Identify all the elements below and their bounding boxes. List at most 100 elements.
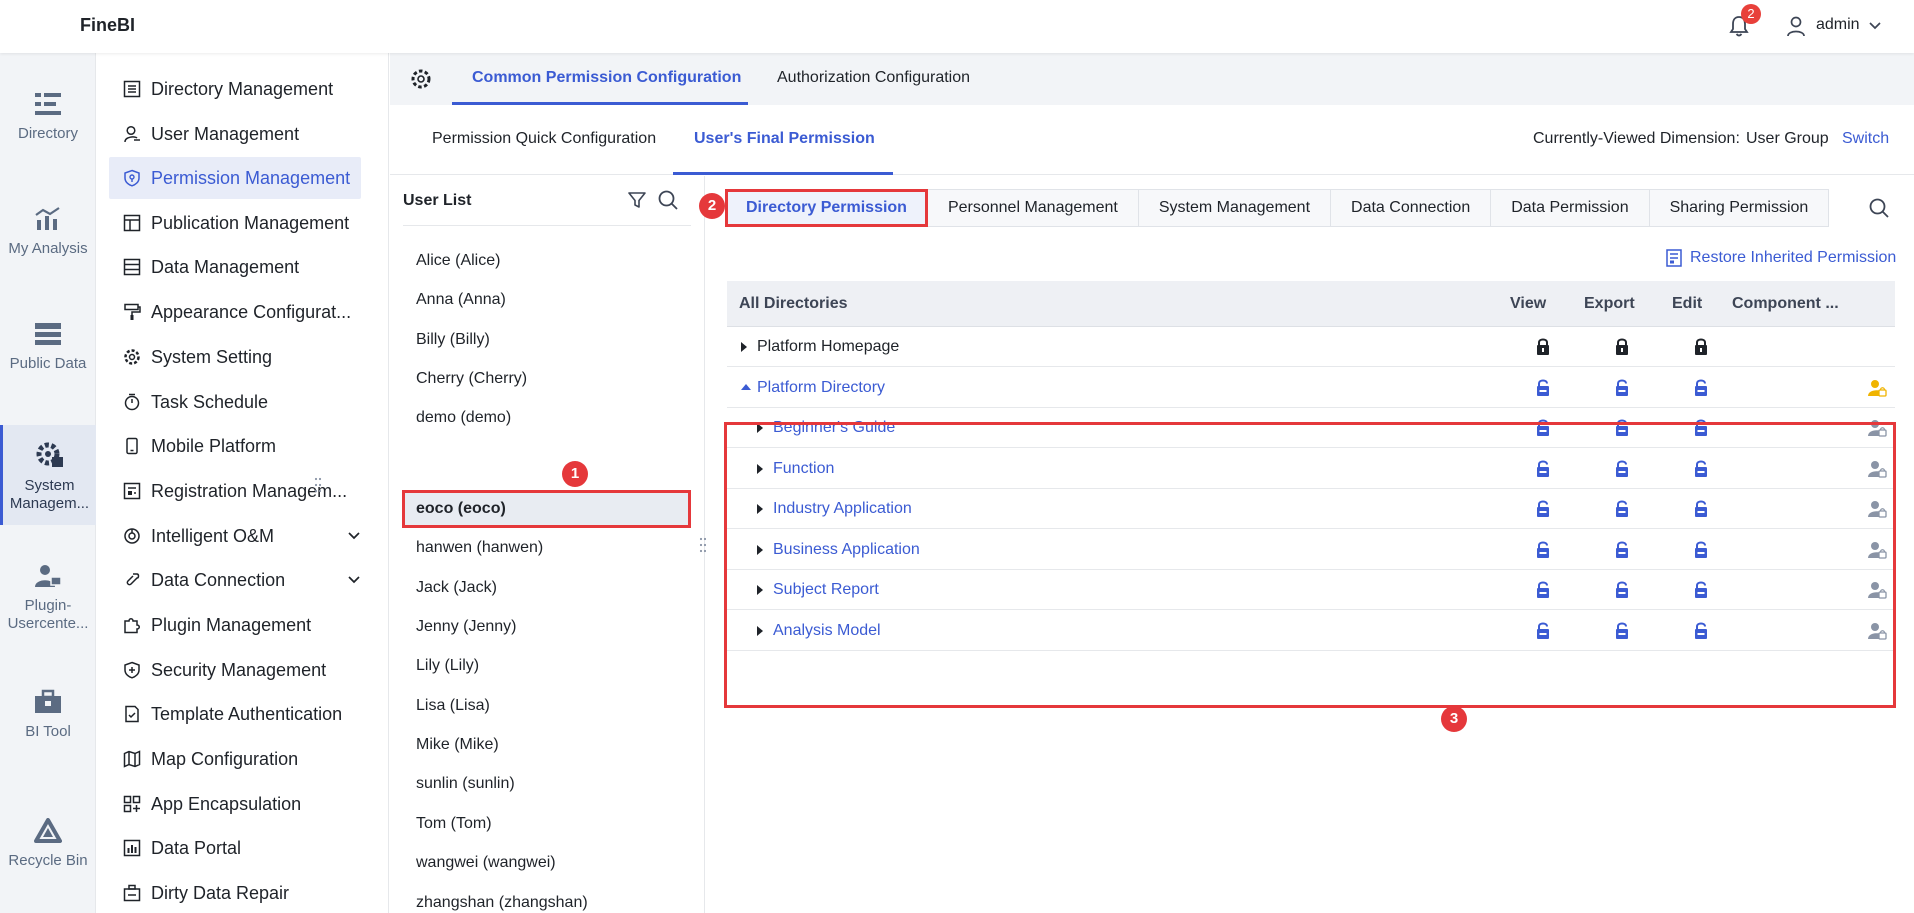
user-row[interactable]: Jenny (Jenny) <box>416 618 517 636</box>
expand-arrow-icon[interactable] <box>757 585 763 595</box>
ptab-system-management[interactable]: System Management <box>1138 189 1332 227</box>
unlock-icon-edit[interactable] <box>1693 378 1709 397</box>
ptab-personnel-management[interactable]: Personnel Management <box>927 189 1139 227</box>
nav-item-intelligent-om[interactable]: Intelligent O&M <box>109 515 369 557</box>
unlock-icon-edit[interactable] <box>1693 580 1709 599</box>
unlock-icon-export[interactable] <box>1614 499 1630 518</box>
expand-arrow-icon[interactable] <box>757 423 763 433</box>
switch-dimension-link[interactable]: Switch <box>1842 130 1889 148</box>
user-row[interactable]: Lily (Lily) <box>416 657 479 675</box>
chevron-down-icon[interactable] <box>347 573 361 587</box>
user-row[interactable]: Lisa (Lisa) <box>416 697 490 715</box>
unlock-icon-edit[interactable] <box>1693 418 1709 437</box>
unlock-icon-view[interactable] <box>1535 418 1551 437</box>
tab-common-permission-configuration[interactable]: Common Permission Configuration <box>472 69 741 87</box>
user-permission-icon[interactable] <box>1867 621 1887 641</box>
chevron-down-icon[interactable] <box>347 529 361 543</box>
directory-row[interactable]: Industry Application <box>727 489 1895 529</box>
directory-row[interactable]: Beginner's Guide <box>727 408 1895 448</box>
rail-item-public-data[interactable]: Public Data <box>0 321 96 373</box>
expand-arrow-icon[interactable] <box>757 625 763 636</box>
search-icon[interactable] <box>1868 197 1890 219</box>
user-row[interactable]: hanwen (hanwen) <box>416 539 543 557</box>
user-row[interactable]: sunlin (sunlin) <box>416 775 515 793</box>
rail-item-bi-tool[interactable]: BI Tool <box>0 689 96 741</box>
directory-name[interactable]: Function <box>773 460 834 478</box>
user-permission-icon[interactable] <box>1867 459 1887 479</box>
directory-name[interactable]: Beginner's Guide <box>773 419 895 437</box>
subtab-permission-quick-configuration[interactable]: Permission Quick Configuration <box>432 130 656 148</box>
collapse-arrow-icon[interactable] <box>741 383 751 390</box>
nav-item-data-connection[interactable]: Data Connection <box>109 559 369 601</box>
directory-name[interactable]: Business Application <box>773 541 920 559</box>
expand-arrow-icon[interactable] <box>757 504 763 514</box>
search-icon[interactable] <box>657 189 679 211</box>
user-permission-icon[interactable] <box>1867 499 1887 519</box>
tab-authorization-configuration[interactable]: Authorization Configuration <box>777 69 970 87</box>
lock-icon-edit[interactable] <box>1693 337 1709 356</box>
directory-row[interactable]: Platform Homepage <box>727 327 1895 367</box>
unlock-icon-view[interactable] <box>1535 580 1551 599</box>
gear-icon[interactable] <box>410 68 432 90</box>
unlock-icon-view[interactable] <box>1535 621 1551 640</box>
lock-icon-view[interactable] <box>1535 337 1551 356</box>
directory-name[interactable]: Industry Application <box>773 500 912 518</box>
rail-item-recycle-bin[interactable]: Recycle Bin <box>0 818 96 870</box>
unlock-icon-export[interactable] <box>1614 378 1630 397</box>
lock-icon-export[interactable] <box>1614 337 1630 356</box>
rail-item-system-management[interactable]: System Managem... <box>0 425 96 525</box>
username-label[interactable]: admin <box>1816 16 1860 34</box>
directory-row[interactable]: Analysis Model <box>727 611 1895 651</box>
rail-item-directory[interactable]: Directory <box>0 91 96 143</box>
user-row[interactable]: demo (demo) <box>416 409 511 427</box>
unlock-icon-edit[interactable] <box>1693 621 1709 640</box>
user-permission-icon[interactable] <box>1867 580 1887 600</box>
restore-inherited-permission-button[interactable]: Restore Inherited Permission <box>1666 249 1896 267</box>
user-row[interactable]: Billy (Billy) <box>416 331 490 349</box>
directory-row[interactable]: Platform Directory <box>727 368 1895 408</box>
unlock-icon-export[interactable] <box>1614 418 1630 437</box>
ptab-data-connection[interactable]: Data Connection <box>1331 189 1492 227</box>
user-row[interactable]: wangwei (wangwei) <box>416 854 556 872</box>
user-permission-icon[interactable] <box>1867 418 1887 438</box>
nav-item-permission-management[interactable]: Permission Management <box>109 157 361 199</box>
user-row[interactable]: Cherry (Cherry) <box>416 370 527 388</box>
user-row[interactable]: Anna (Anna) <box>416 291 506 309</box>
unlock-icon-edit[interactable] <box>1693 540 1709 559</box>
unlock-icon-export[interactable] <box>1614 459 1630 478</box>
unlock-icon-export[interactable] <box>1614 580 1630 599</box>
rail-item-plugin-usercenter[interactable]: Plugin-Usercente... <box>0 563 96 633</box>
chevron-down-icon[interactable] <box>1868 19 1882 33</box>
directory-name[interactable]: Analysis Model <box>773 622 881 640</box>
directory-name[interactable]: Platform Homepage <box>757 338 899 356</box>
subtab-users-final-permission[interactable]: User's Final Permission <box>694 130 875 148</box>
unlock-icon-export[interactable] <box>1614 540 1630 559</box>
unlock-icon-view[interactable] <box>1535 459 1551 478</box>
expand-arrow-icon[interactable] <box>741 342 747 352</box>
user-row[interactable]: Jack (Jack) <box>416 579 497 597</box>
directory-name[interactable]: Platform Directory <box>757 379 885 397</box>
user-permission-icon[interactable] <box>1867 540 1887 560</box>
filter-icon[interactable] <box>627 190 647 210</box>
unlock-icon-view[interactable] <box>1535 499 1551 518</box>
user-row[interactable]: Alice (Alice) <box>416 252 500 270</box>
user-row-selected[interactable]: eoco (eoco) <box>416 500 506 518</box>
unlock-icon-edit[interactable] <box>1693 499 1709 518</box>
unlock-icon-view[interactable] <box>1535 378 1551 397</box>
ptab-sharing-permission[interactable]: Sharing Permission <box>1649 189 1830 227</box>
directory-row[interactable]: Subject Report <box>727 570 1895 610</box>
directory-row[interactable]: Function <box>727 449 1895 489</box>
ptab-directory-permission[interactable]: Directory Permission <box>725 189 928 227</box>
expand-arrow-icon[interactable] <box>757 463 763 474</box>
user-icon[interactable] <box>1786 15 1806 37</box>
directory-row[interactable]: Business Application <box>727 530 1895 570</box>
directory-name[interactable]: Subject Report <box>773 581 879 599</box>
ptab-data-permission[interactable]: Data Permission <box>1491 189 1650 227</box>
unlock-icon-export[interactable] <box>1614 621 1630 640</box>
user-permission-icon[interactable] <box>1867 378 1887 398</box>
user-row[interactable]: Tom (Tom) <box>416 815 492 833</box>
expand-arrow-icon[interactable] <box>757 544 763 555</box>
user-row[interactable]: Mike (Mike) <box>416 736 499 754</box>
drag-handle-icon[interactable] <box>314 476 322 494</box>
unlock-icon-view[interactable] <box>1535 540 1551 559</box>
